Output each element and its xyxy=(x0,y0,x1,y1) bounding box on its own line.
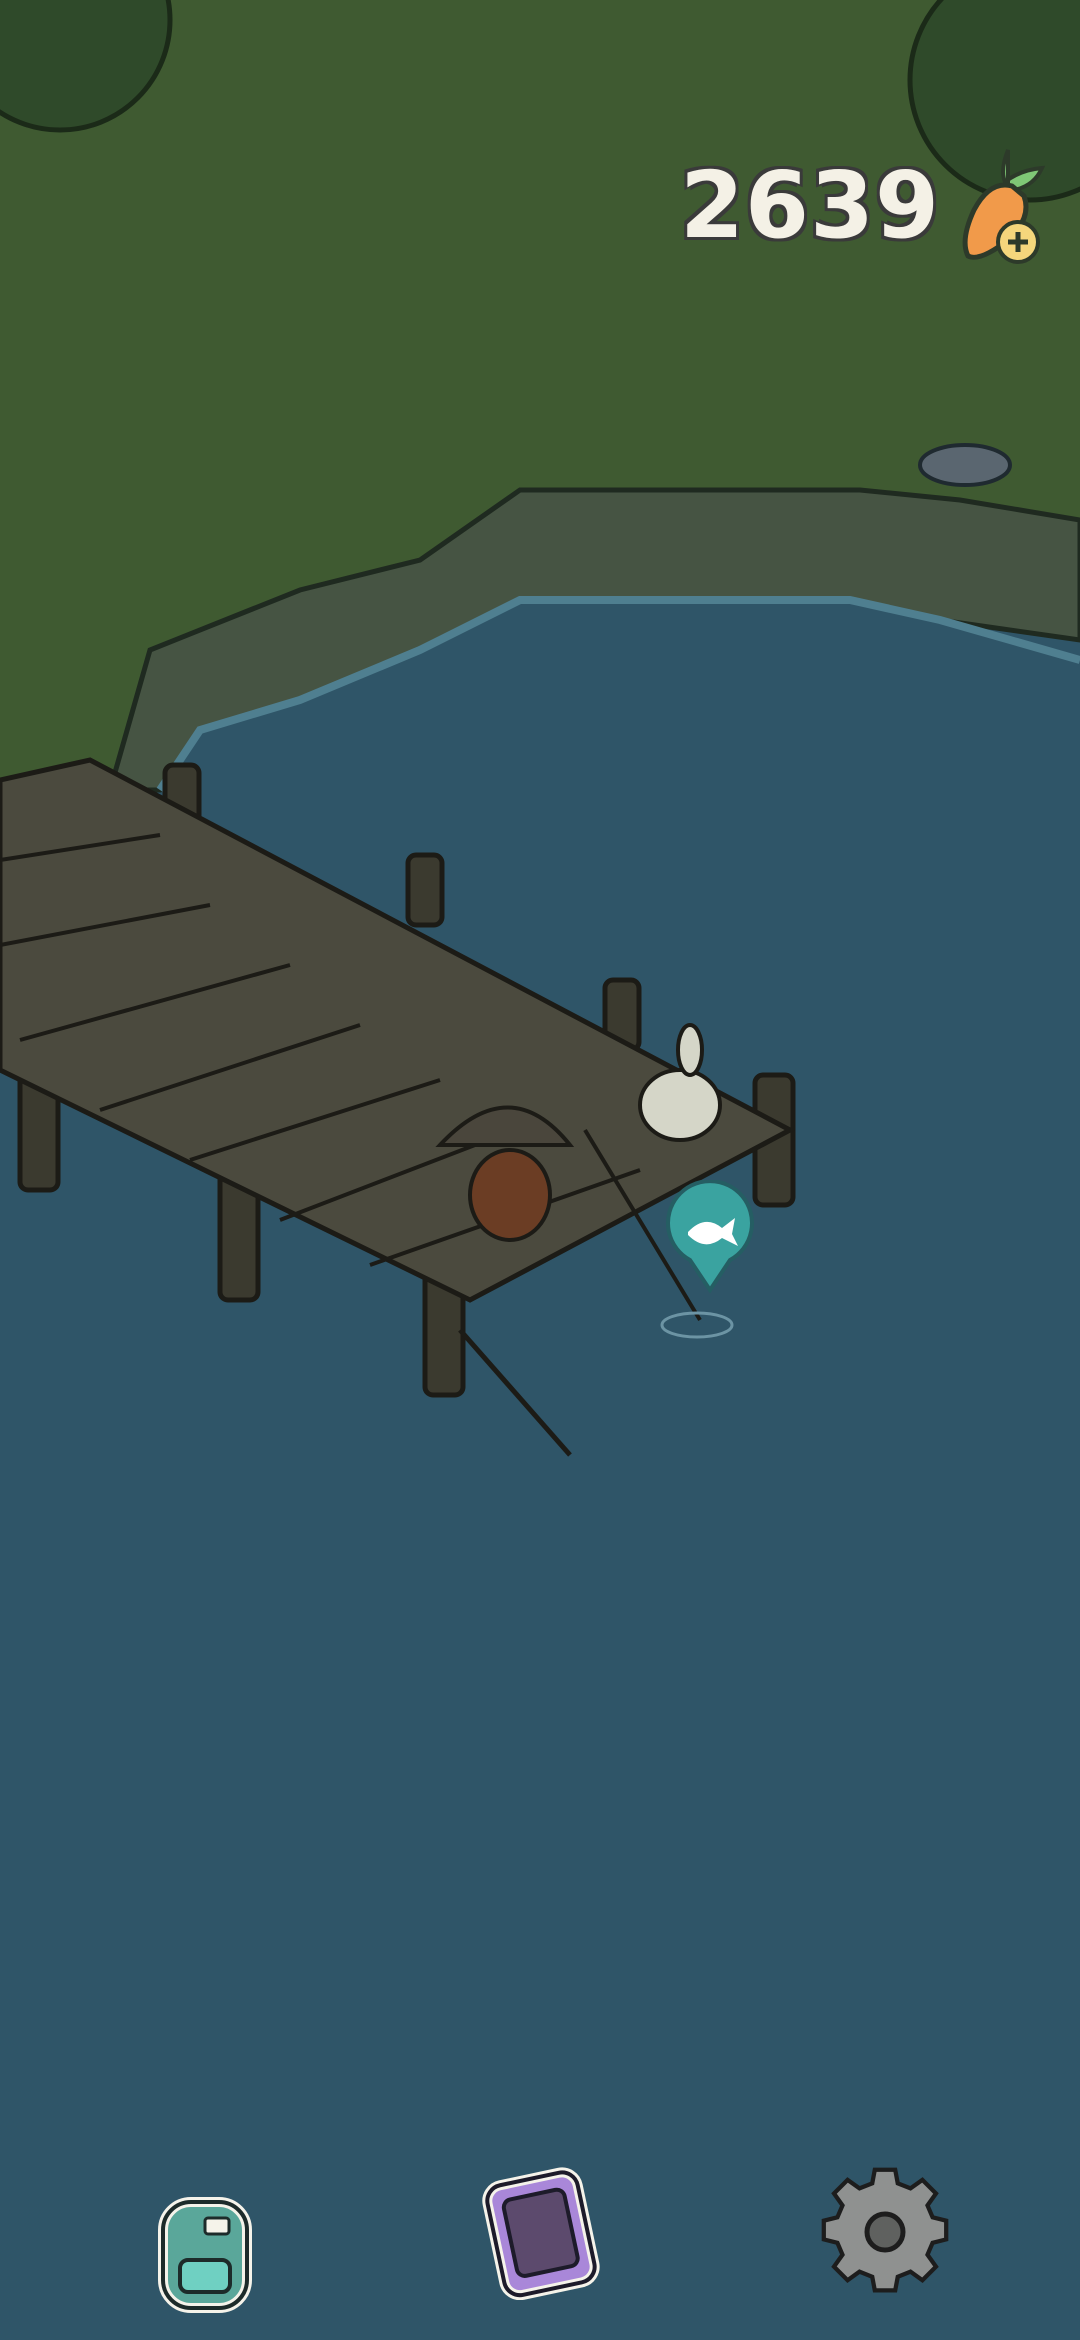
carrot-currency: 2639 xyxy=(680,140,1060,270)
carrot-count: 2639 xyxy=(679,151,940,259)
phone-icon[interactable] xyxy=(470,2160,610,2301)
fish-marker-icon[interactable] xyxy=(660,1179,760,1300)
bottom-action-bar xyxy=(0,2160,1080,2340)
game-scene[interactable] xyxy=(0,0,1080,2340)
rock xyxy=(918,443,1012,487)
carrot-plus-icon[interactable] xyxy=(950,140,1060,270)
gear-icon[interactable] xyxy=(815,2160,955,2300)
backpack-icon[interactable] xyxy=(135,2180,275,2320)
